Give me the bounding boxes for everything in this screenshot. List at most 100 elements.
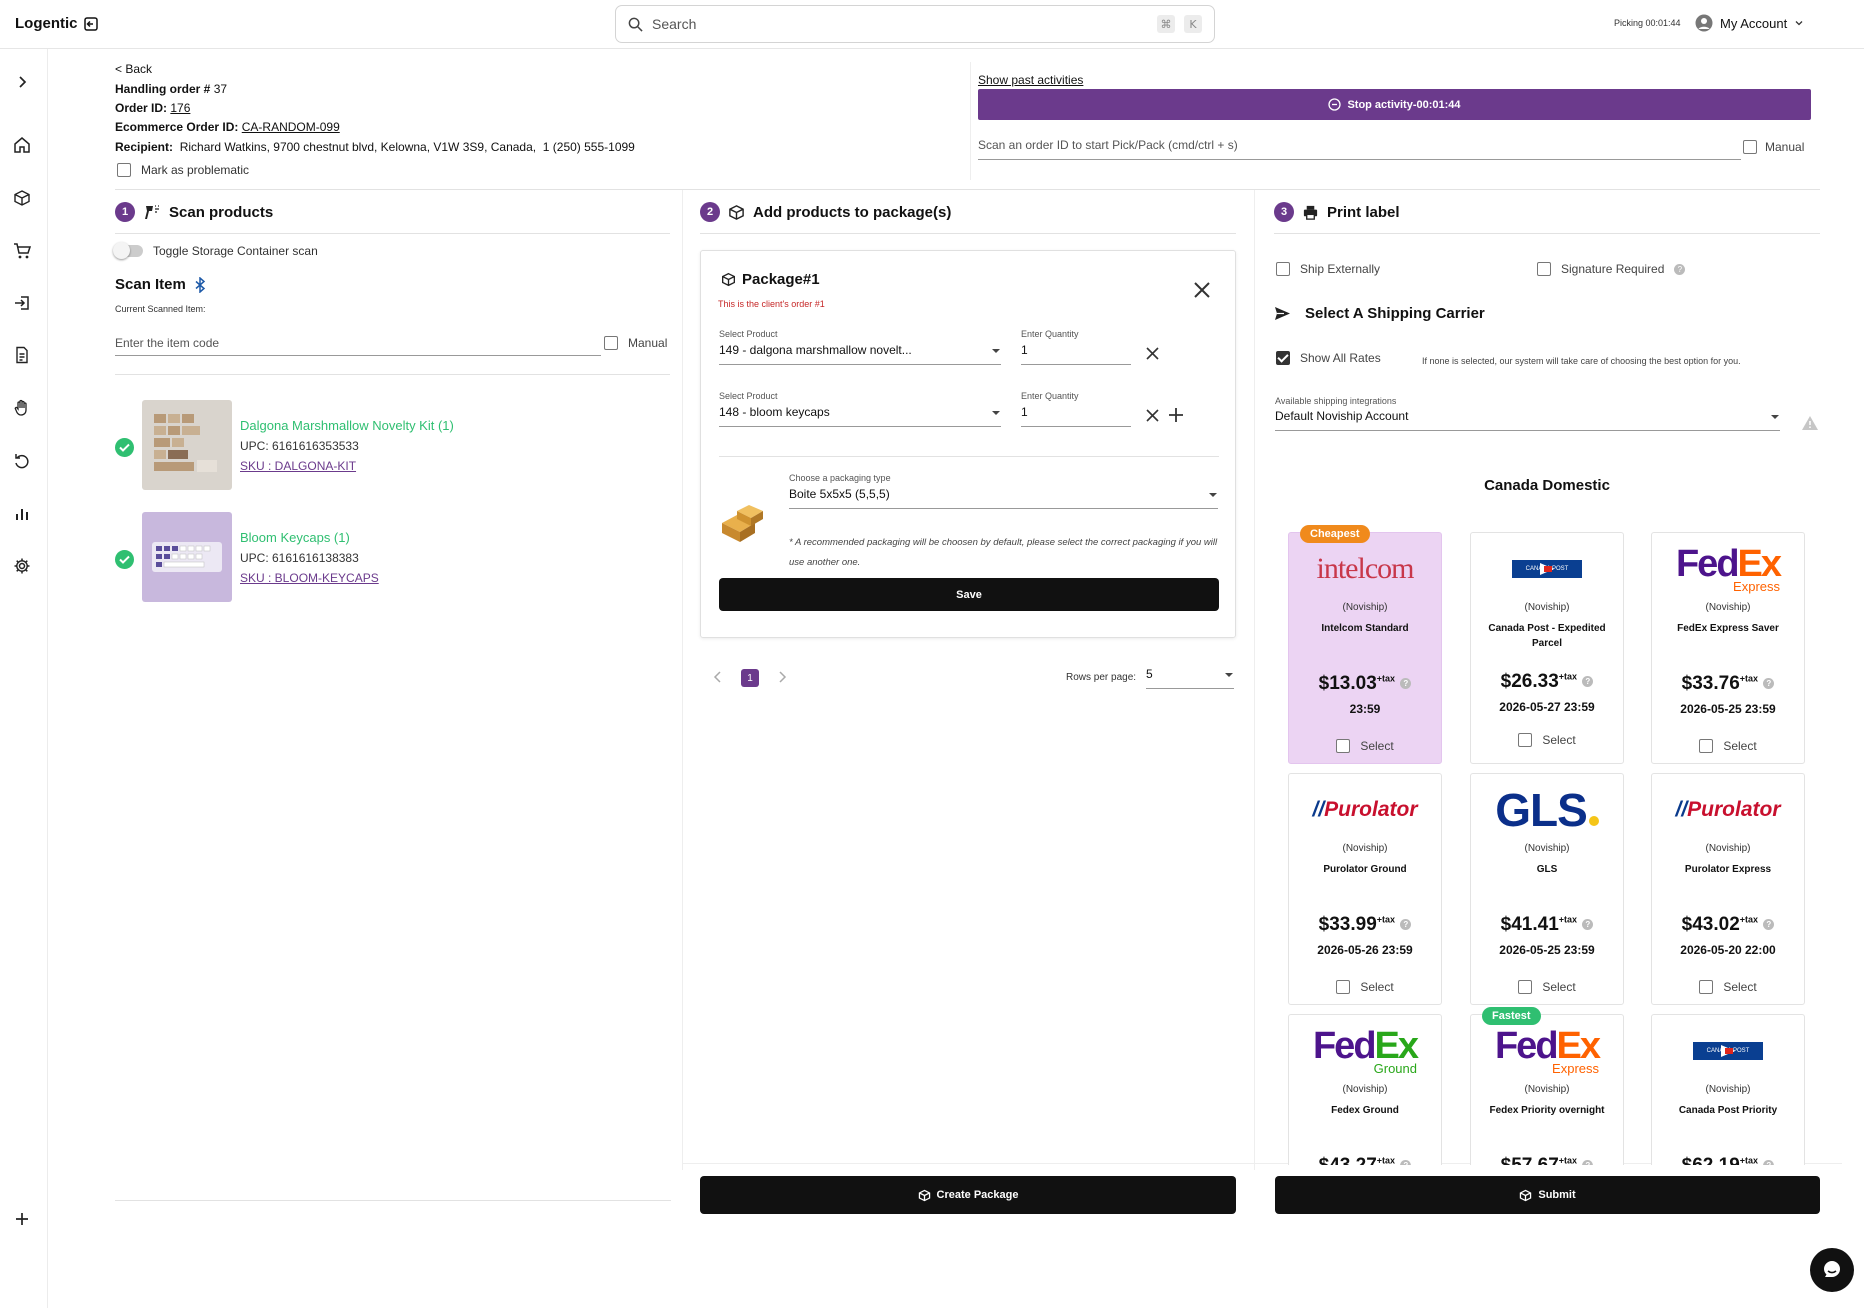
signature-checkbox[interactable] — [1537, 262, 1551, 276]
help-icon[interactable]: ? — [1582, 919, 1594, 931]
signature-required[interactable]: Signature Required? — [1537, 262, 1686, 276]
order-scan-input[interactable]: Scan an order ID to start Pick/Pack (cmd… — [978, 138, 1741, 160]
carrier-select[interactable]: Select — [1471, 733, 1623, 747]
carrier-price: $26.33+tax ? — [1471, 671, 1623, 693]
problematic-checkbox[interactable] — [117, 163, 131, 177]
ship-externally-checkbox[interactable] — [1276, 262, 1290, 276]
back-link[interactable]: < Back — [115, 62, 152, 76]
carrier-card[interactable]: intelcom (Noviship) Intelcom Standard $13.0… — [1288, 532, 1442, 764]
inbound-icon[interactable] — [11, 292, 33, 314]
product-name[interactable]: Bloom Keycaps (1) — [240, 530, 350, 545]
create-package-button[interactable]: Create Package — [700, 1176, 1236, 1214]
carrier-card[interactable]: CANADA POST (Noviship) Canada Post - Exped… — [1470, 532, 1624, 764]
carrier-select-checkbox[interactable] — [1336, 980, 1351, 994]
analytics-icon[interactable] — [11, 503, 33, 525]
user-avatar-icon — [1695, 14, 1713, 32]
storage-toggle[interactable]: Toggle Storage Container scan — [113, 242, 318, 259]
product-sku-link[interactable]: SKU : DALGONA-KIT — [240, 459, 356, 473]
show-all-rates[interactable]: Show All Rates — [1276, 351, 1381, 365]
ship-externally[interactable]: Ship Externally — [1276, 262, 1380, 276]
submit-button[interactable]: Submit — [1275, 1176, 1820, 1214]
toggle-switch[interactable] — [113, 242, 143, 259]
hand-icon[interactable] — [11, 397, 33, 419]
account-menu[interactable]: My Account — [1695, 14, 1804, 32]
expand-sidebar-icon[interactable] — [11, 71, 33, 93]
handling-value: 37 — [213, 82, 228, 96]
close-icon[interactable] — [1193, 281, 1211, 299]
carrier-card[interactable]: //Purolator (Noviship) Purolator Ground $33… — [1288, 773, 1442, 1005]
box-icon[interactable] — [11, 187, 33, 209]
product-name[interactable]: Dalgona Marshmallow Novelty Kit (1) — [240, 418, 454, 433]
item-code-input[interactable]: Enter the item code — [115, 336, 601, 356]
scan-manual[interactable]: Manual — [604, 336, 667, 350]
cart-icon[interactable] — [11, 240, 33, 262]
carrier-select-checkbox[interactable] — [1699, 980, 1714, 994]
show-all-rates-checkbox[interactable] — [1276, 351, 1290, 365]
product-sku-link[interactable]: SKU : BLOOM-KEYCAPS — [240, 571, 379, 585]
returns-icon[interactable] — [11, 450, 33, 472]
help-icon[interactable]: ? — [1400, 919, 1412, 931]
packaging-select[interactable]: Boite 5x5x5 (5,5,5) — [789, 487, 1218, 509]
carrier-select-checkbox[interactable] — [1336, 739, 1351, 753]
order-scan-manual[interactable]: Manual — [1743, 140, 1804, 154]
help-icon[interactable]: ? — [1674, 263, 1686, 275]
carrier-card[interactable]: FedEx Express (Noviship) Fedex Priority ove… — [1470, 1014, 1624, 1165]
remove-line-icon[interactable] — [1146, 409, 1159, 422]
prev-page-icon[interactable] — [713, 671, 722, 683]
carrier-select[interactable]: Select — [1652, 739, 1804, 753]
help-icon[interactable]: ? — [1400, 678, 1412, 690]
help-icon[interactable]: ? — [1763, 678, 1775, 690]
carrier-card[interactable]: GLS (Noviship) GLS $41.41+tax ? 2026-05-25 2… — [1470, 773, 1624, 1005]
plus-icon[interactable] — [11, 1208, 33, 1230]
rows-per-page-select[interactable]: 5 — [1146, 667, 1234, 689]
cheapest-badge: Cheapest — [1300, 525, 1370, 543]
brand[interactable]: Logentic — [15, 15, 99, 32]
carrier-date: 2026-05-25 23:59 — [1680, 702, 1776, 716]
carrier-select[interactable]: Select — [1471, 980, 1623, 994]
section-divider-3 — [1274, 233, 1820, 234]
current-page-button[interactable]: 1 — [741, 669, 759, 687]
stop-activity-button[interactable]: Stop activity-00:01:44 — [978, 89, 1811, 120]
show-past-activities-link[interactable]: Show past activities — [978, 73, 1083, 87]
order-manual-checkbox[interactable] — [1743, 140, 1757, 154]
carrier-select[interactable]: Select — [1289, 739, 1441, 753]
product-select[interactable]: 149 - dalgona marshmallow novelt... — [719, 343, 1001, 365]
document-icon[interactable] — [11, 344, 33, 366]
carrier-card[interactable]: //Purolator (Noviship) Purolator Express $4… — [1651, 773, 1805, 1005]
carrier-select-checkbox[interactable] — [1518, 980, 1533, 994]
help-icon[interactable]: ? — [1400, 1160, 1412, 1165]
carrier-select[interactable]: Select — [1652, 980, 1804, 994]
mark-problematic[interactable]: Mark as problematic — [117, 163, 249, 177]
ecom-order-link[interactable]: CA-RANDOM-099 — [242, 120, 340, 134]
integration-select[interactable]: Default Noviship Account — [1275, 409, 1780, 431]
remove-line-icon[interactable] — [1146, 347, 1159, 360]
printer-icon — [1303, 205, 1318, 220]
save-package-button[interactable]: Save — [719, 578, 1219, 611]
scan-manual-checkbox[interactable] — [604, 336, 618, 350]
header-bottom-divider — [115, 189, 1820, 190]
carrier-card[interactable]: CANADA POST (Noviship) Canada Post Priorit… — [1651, 1014, 1805, 1165]
product-select[interactable]: 148 - bloom keycaps — [719, 405, 1001, 427]
carrier-card[interactable]: FedExGround (Noviship) Fedex Ground $43.27+… — [1288, 1014, 1442, 1165]
quantity-input[interactable]: 1 — [1021, 405, 1131, 427]
add-line-icon[interactable] — [1168, 407, 1184, 423]
quantity-input[interactable]: 1 — [1021, 343, 1131, 365]
carrier-logo: //Purolator — [1652, 784, 1804, 836]
gear-icon[interactable] — [11, 555, 33, 577]
scan-item-label: Scan Item — [115, 276, 186, 293]
carrier-select-checkbox[interactable] — [1699, 739, 1714, 753]
order-id-link[interactable]: 176 — [170, 101, 190, 115]
next-page-icon[interactable] — [778, 671, 787, 683]
carrier-select-checkbox[interactable] — [1518, 733, 1533, 747]
help-icon[interactable]: ? — [1582, 676, 1594, 688]
carrier-provider: (Noviship) — [1705, 602, 1751, 613]
help-icon[interactable]: ? — [1763, 1160, 1775, 1165]
home-icon[interactable] — [11, 134, 33, 156]
help-icon[interactable]: ? — [1763, 919, 1775, 931]
search-bar[interactable]: Search ⌘ K — [615, 5, 1215, 43]
carrier-select[interactable]: Select — [1289, 980, 1441, 994]
carrier-card[interactable]: FedEx Express (Noviship) FedEx Express Save… — [1651, 532, 1805, 764]
signature-label: Signature Required — [1561, 262, 1665, 276]
chat-button[interactable] — [1810, 1248, 1854, 1292]
help-icon[interactable]: ? — [1582, 1160, 1594, 1165]
